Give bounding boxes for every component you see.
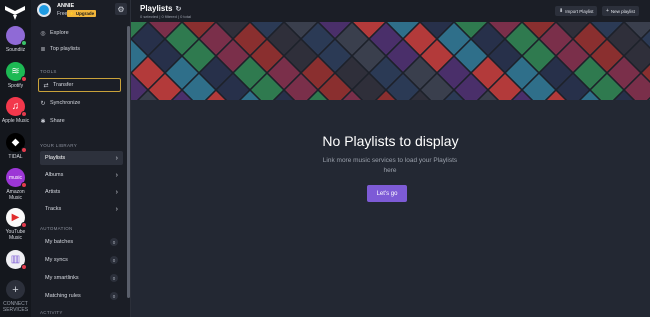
status-dot — [21, 76, 27, 82]
automation-item-label: Matching rules — [45, 293, 81, 299]
empty-state-subtitle: Link more music services to load your Pl… — [322, 157, 458, 174]
soundiiz-logo-icon[interactable] — [3, 2, 27, 22]
app-window: Soundiiz ≋ Spotify ♫ Apple Music ◆ TIDAL music A… — [0, 0, 650, 317]
nav-transfer[interactable]: ⇄ Transfer — [38, 78, 121, 92]
main-panel: Playlists ↻ 0 selected | 0 filtered | 0 t… — [131, 0, 650, 317]
services-rail: Soundiiz ≋ Spotify ♫ Apple Music ◆ TIDAL music A… — [0, 0, 31, 317]
plan-label: Free — [57, 11, 68, 17]
library-item-label: Artists — [45, 189, 61, 195]
nav-share[interactable]: ✱ Share — [31, 114, 123, 128]
count-badge: 0 — [110, 292, 118, 300]
service-label: YouTube Music — [5, 229, 26, 241]
user-name: ANNIE — [57, 3, 75, 9]
connect-services-label: CONNECT SERVICES — [2, 301, 29, 313]
plus-icon: + — [606, 8, 609, 14]
transfer-icon: ⇄ — [43, 82, 49, 89]
automation-item-label: My smartlinks — [45, 275, 79, 281]
automation-item[interactable]: My syncs 0 — [40, 253, 123, 267]
nav-explore-label: Explore — [50, 30, 69, 36]
youtube-music-icon: ▶ — [6, 208, 27, 228]
nav-synchronize-label: Synchronize — [50, 100, 81, 106]
page-title-text: Playlists — [140, 4, 173, 13]
service-label: Amazon Music — [6, 189, 25, 201]
automation-item-label: My syncs — [45, 257, 68, 263]
library-item-artists[interactable]: Artists › — [40, 185, 123, 199]
sidebar-scrollbar[interactable] — [127, 26, 130, 298]
library-item-label: Playlists — [45, 155, 66, 161]
status-dot — [21, 222, 27, 228]
import-playlist-label: Import Playlist — [565, 8, 594, 14]
count-badge: 0 — [110, 256, 118, 264]
nav-explore[interactable]: ◎ Explore — [31, 26, 123, 40]
refresh-icon[interactable]: ↻ — [175, 6, 181, 13]
sync-icon: ↻ — [40, 100, 46, 107]
automation-item[interactable]: My batches 0 — [40, 235, 123, 249]
library-item-label: Tracks — [45, 206, 62, 212]
tidal-icon: ◆ — [6, 133, 27, 153]
service-label: TIDAL — [8, 154, 23, 160]
playlist-icon: ≣ — [40, 46, 46, 53]
connect-services-button[interactable]: + CONNECT SERVICES — [0, 280, 31, 313]
chevron-right-icon: › — [115, 188, 118, 196]
service-apple-music[interactable]: ♫ Apple Music — [0, 97, 31, 124]
service-label: Spotify — [7, 83, 24, 89]
share-icon: ✱ — [40, 118, 46, 125]
amazon-music-icon: music — [6, 168, 27, 188]
apple-music-icon: ♫ — [6, 97, 27, 117]
status-dot — [21, 111, 27, 117]
status-dot — [21, 182, 27, 188]
service-tidal[interactable]: ◆ TIDAL — [0, 133, 31, 160]
soundiiz-icon — [6, 26, 27, 46]
lets-go-button[interactable]: Let's go — [367, 185, 407, 202]
automation-section-title: AUTOMATION — [40, 226, 73, 231]
service-youtube-music[interactable]: ▶ YouTube Music — [0, 208, 31, 241]
page-title: Playlists ↻ — [140, 4, 181, 13]
gear-icon[interactable]: ⚙ — [115, 3, 127, 15]
service-spotify[interactable]: ≋ Spotify — [0, 62, 31, 89]
nav-top-playlists-label: Top playlists — [50, 46, 80, 52]
avatar[interactable] — [37, 3, 51, 17]
page-header: Playlists ↻ 0 selected | 0 filtered | 0 t… — [131, 0, 650, 22]
service-charts[interactable]: ▥ — [0, 250, 31, 270]
charts-icon: ▥ — [6, 250, 27, 270]
automation-item[interactable]: My smartlinks 0 — [40, 271, 123, 285]
chevron-right-icon: › — [115, 154, 118, 162]
service-label: Apple Music — [1, 118, 30, 124]
compass-icon: ◎ — [40, 30, 46, 37]
empty-state-title: No Playlists to display — [322, 133, 459, 149]
selection-summary: 0 selected | 0 filtered | 0 total — [140, 14, 191, 19]
nav-transfer-label: Transfer — [53, 82, 74, 88]
nav-top-playlists[interactable]: ≣ Top playlists — [31, 42, 123, 56]
automation-item[interactable]: Matching rules 0 — [40, 289, 123, 303]
library-item-label: Albums — [45, 172, 64, 178]
count-badge: 0 — [110, 238, 118, 246]
library-item-tracks[interactable]: Tracks › — [40, 202, 123, 216]
download-icon: ⬇ — [559, 8, 564, 14]
service-amazon-music[interactable]: music Amazon Music — [0, 168, 31, 201]
new-playlist-label: New playlist — [610, 8, 635, 14]
status-dot — [21, 264, 27, 270]
automation-item-label: My batches — [45, 239, 74, 245]
sidebar: ANNIE Free ⚡ Upgrade ⚙ ◎ Explore ≣ Top p… — [31, 0, 131, 317]
import-playlist-button[interactable]: ⬇ Import Playlist — [555, 6, 598, 16]
service-soundiiz[interactable]: Soundiiz — [0, 26, 31, 53]
library-item-playlists[interactable]: Playlists › — [40, 151, 123, 165]
spotify-icon: ≋ — [6, 62, 27, 82]
status-dot — [21, 40, 27, 46]
activity-section-title: ACTIVITY — [40, 310, 63, 315]
count-badge: 0 — [110, 274, 118, 282]
status-dot — [21, 147, 27, 153]
new-playlist-button[interactable]: + New playlist — [602, 6, 639, 16]
upgrade-badge[interactable]: ⚡ Upgrade — [67, 10, 97, 17]
nav-share-label: Share — [50, 118, 65, 124]
chevron-right-icon: › — [115, 205, 118, 213]
service-label: Soundiiz — [5, 47, 26, 53]
plus-icon: + — [6, 280, 25, 299]
tools-section-title: TOOLS — [40, 69, 57, 74]
library-section-title: YOUR LIBRARY — [40, 143, 78, 148]
nav-synchronize[interactable]: ↻ Synchronize — [31, 96, 123, 110]
chevron-right-icon: › — [115, 171, 118, 179]
library-item-albums[interactable]: Albums › — [40, 168, 123, 182]
